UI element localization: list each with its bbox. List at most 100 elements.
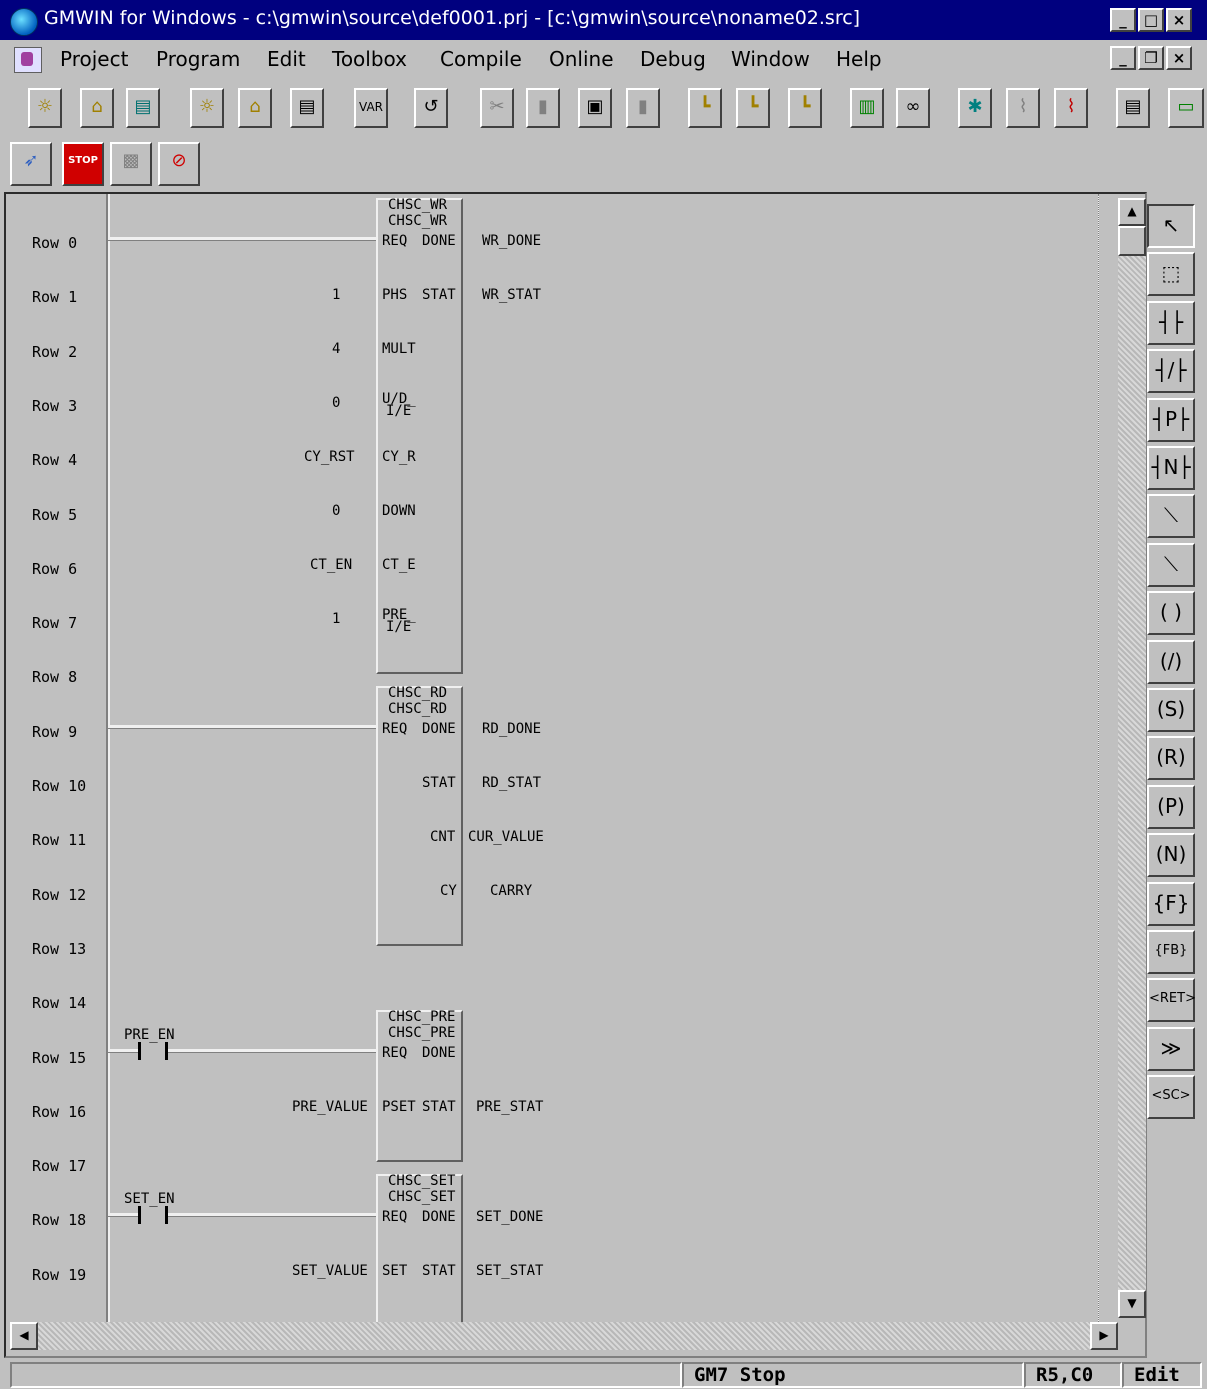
input-set-value[interactable]: SET_VALUE bbox=[292, 1264, 368, 1278]
return-icon[interactable]: <RET> bbox=[1147, 978, 1196, 1023]
menu-debug[interactable]: Debug bbox=[640, 47, 706, 71]
ladder-canvas[interactable]: Row 0 Row 1 Row 2 Row 3 Row 4 Row 5 Row 6 Row 7… bbox=[6, 194, 1106, 1324]
title-bar: GMWIN for Windows - c:\gmwin\source\def0… bbox=[0, 0, 1207, 40]
pin-stat: STAT bbox=[422, 1099, 456, 1115]
save-project-icon[interactable]: ▤ bbox=[126, 88, 160, 128]
ladder-editor[interactable]: Row 0 Row 1 Row 2 Row 3 Row 4 Row 5 Row 6 Row 7… bbox=[4, 192, 1147, 1358]
contact-n-icon[interactable]: ┤N├ bbox=[1147, 446, 1195, 490]
menu-compile[interactable]: Compile bbox=[440, 47, 522, 71]
output-rd-stat[interactable]: RD_STAT bbox=[482, 776, 541, 790]
menu-edit[interactable]: Edit bbox=[267, 47, 306, 71]
input-pre-value[interactable]: PRE_VALUE bbox=[292, 1100, 368, 1114]
input-mult[interactable]: 4 bbox=[332, 342, 340, 356]
ladder-icon-2[interactable]: ┗ bbox=[736, 88, 770, 128]
document-icon[interactable] bbox=[14, 47, 42, 73]
row-label: Row 7 bbox=[32, 614, 78, 633]
run-icon[interactable]: ➶ bbox=[10, 142, 52, 186]
p-coil-icon[interactable]: (P) bbox=[1147, 784, 1195, 829]
output-set-done[interactable]: SET_DONE bbox=[476, 1210, 543, 1224]
new-project-icon[interactable]: ☼ bbox=[28, 88, 62, 128]
scroll-thumb[interactable] bbox=[1118, 226, 1146, 256]
input-cyr[interactable]: CY_RST bbox=[304, 450, 355, 464]
connect-icon[interactable]: ⌇ bbox=[1006, 88, 1040, 128]
cut-icon[interactable]: ✂ bbox=[480, 88, 514, 128]
pause-icon[interactable]: ▩ bbox=[110, 142, 152, 186]
library-icon[interactable]: ▥ bbox=[850, 88, 884, 128]
input-down[interactable]: 0 bbox=[332, 504, 340, 518]
stop-icon[interactable]: STOP bbox=[62, 142, 104, 186]
coil-icon[interactable]: ( ) bbox=[1147, 591, 1195, 636]
scroll-down-icon[interactable]: ▼ bbox=[1118, 1290, 1146, 1318]
subroutine-call-icon[interactable]: <SC> bbox=[1147, 1075, 1195, 1120]
negated-coil-icon[interactable]: (/) bbox=[1147, 639, 1195, 684]
diagonal-line-icon[interactable]: ⟍ bbox=[1147, 494, 1195, 539]
function-block-icon[interactable]: {FB} bbox=[1147, 930, 1195, 974]
mdi-close-button[interactable]: × bbox=[1166, 46, 1192, 70]
scroll-left-icon[interactable]: ◀ bbox=[10, 1322, 38, 1350]
menu-project[interactable]: Project bbox=[60, 47, 128, 71]
minimize-button[interactable]: _ bbox=[1110, 8, 1136, 32]
app-globe-icon[interactable] bbox=[10, 8, 38, 36]
contact-nc-icon[interactable]: ┤/├ bbox=[1147, 349, 1195, 394]
vertical-scrollbar[interactable]: ▲ ▼ bbox=[1118, 198, 1146, 1318]
output-wr-done[interactable]: WR_DONE bbox=[482, 234, 541, 248]
open-project-icon[interactable]: ⌂ bbox=[80, 88, 114, 128]
jump-icon[interactable]: ≫ bbox=[1147, 1026, 1195, 1071]
undo-icon[interactable]: ↺ bbox=[414, 88, 448, 128]
paste-icon[interactable]: ▣ bbox=[578, 88, 612, 128]
row-label: Row 0 bbox=[32, 234, 78, 252]
scroll-right-icon[interactable]: ▶ bbox=[1090, 1322, 1118, 1350]
function-block-chsc-wr[interactable] bbox=[376, 198, 463, 674]
save-program-icon[interactable]: ▤ bbox=[290, 88, 324, 128]
copy-icon[interactable]: ▮ bbox=[526, 88, 560, 128]
variable-icon[interactable]: VAR bbox=[354, 88, 388, 128]
menu-program[interactable]: Program bbox=[156, 47, 240, 71]
mdi-restore-button[interactable]: ❐ bbox=[1138, 46, 1164, 70]
horizontal-scrollbar[interactable]: ◀ ▶ bbox=[10, 1322, 1118, 1350]
diagonal-line-2-icon[interactable]: ⟍ bbox=[1147, 542, 1195, 587]
normally-open-contact[interactable] bbox=[138, 1206, 168, 1224]
scroll-up-icon[interactable]: ▲ bbox=[1118, 198, 1146, 226]
reset-icon[interactable]: ⊘ bbox=[158, 142, 200, 186]
mdi-minimize-button[interactable]: _ bbox=[1110, 46, 1136, 70]
set-coil-icon[interactable]: (S) bbox=[1147, 688, 1195, 732]
new-program-icon[interactable]: ☼ bbox=[190, 88, 224, 128]
input-ud[interactable]: 0 bbox=[332, 396, 340, 410]
link-icon[interactable]: ∞ bbox=[896, 88, 930, 128]
menu-window[interactable]: Window bbox=[731, 47, 810, 71]
input-phs[interactable]: 1 bbox=[332, 288, 340, 302]
normally-open-contact[interactable] bbox=[138, 1042, 168, 1060]
output-wr-stat[interactable]: WR_STAT bbox=[482, 288, 541, 302]
function-icon[interactable]: {F} bbox=[1147, 881, 1195, 926]
disconnect-icon[interactable]: ⌇ bbox=[1054, 88, 1088, 128]
maximize-button[interactable]: □ bbox=[1138, 8, 1164, 32]
contact-p-icon[interactable]: ┤P├ bbox=[1147, 397, 1195, 442]
output-carry[interactable]: CARRY bbox=[490, 884, 532, 898]
delete-icon[interactable]: ▮ bbox=[626, 88, 660, 128]
output-set-stat[interactable]: SET_STAT bbox=[476, 1264, 543, 1278]
input-pre[interactable]: 1 bbox=[332, 612, 340, 626]
pin-cnt: CNT bbox=[430, 829, 456, 845]
menu-online[interactable]: Online bbox=[549, 47, 614, 71]
n-coil-icon[interactable]: (N) bbox=[1147, 833, 1195, 878]
pin-req: REQ bbox=[382, 721, 408, 737]
output-rd-done[interactable]: RD_DONE bbox=[482, 722, 541, 736]
menu-toolbox[interactable]: Toolbox bbox=[332, 47, 407, 71]
ladder-icon-3[interactable]: ┗ bbox=[788, 88, 822, 128]
input-cte[interactable]: CT_EN bbox=[310, 558, 352, 572]
fb-instance-label: CHSC_PRE bbox=[388, 1025, 456, 1041]
range-select-icon[interactable]: ⬚ bbox=[1147, 252, 1195, 297]
contact-no-icon[interactable]: ┤├ bbox=[1147, 300, 1195, 345]
open-program-icon[interactable]: ⌂ bbox=[238, 88, 272, 128]
row-label: Row 1 bbox=[32, 288, 78, 307]
select-arrow-icon[interactable]: ↖ bbox=[1147, 204, 1195, 248]
compile-icon[interactable]: ✱ bbox=[958, 88, 992, 128]
close-button[interactable]: × bbox=[1166, 8, 1192, 32]
output-cur-value[interactable]: CUR_VALUE bbox=[468, 830, 544, 844]
menu-help[interactable]: Help bbox=[836, 47, 882, 71]
monitor-icon[interactable]: ▭ bbox=[1168, 88, 1204, 128]
output-pre-stat[interactable]: PRE_STAT bbox=[476, 1100, 543, 1114]
download-icon[interactable]: ▤ bbox=[1116, 88, 1150, 128]
ladder-icon-1[interactable]: ┗ bbox=[688, 88, 722, 128]
reset-coil-icon[interactable]: (R) bbox=[1147, 736, 1195, 781]
